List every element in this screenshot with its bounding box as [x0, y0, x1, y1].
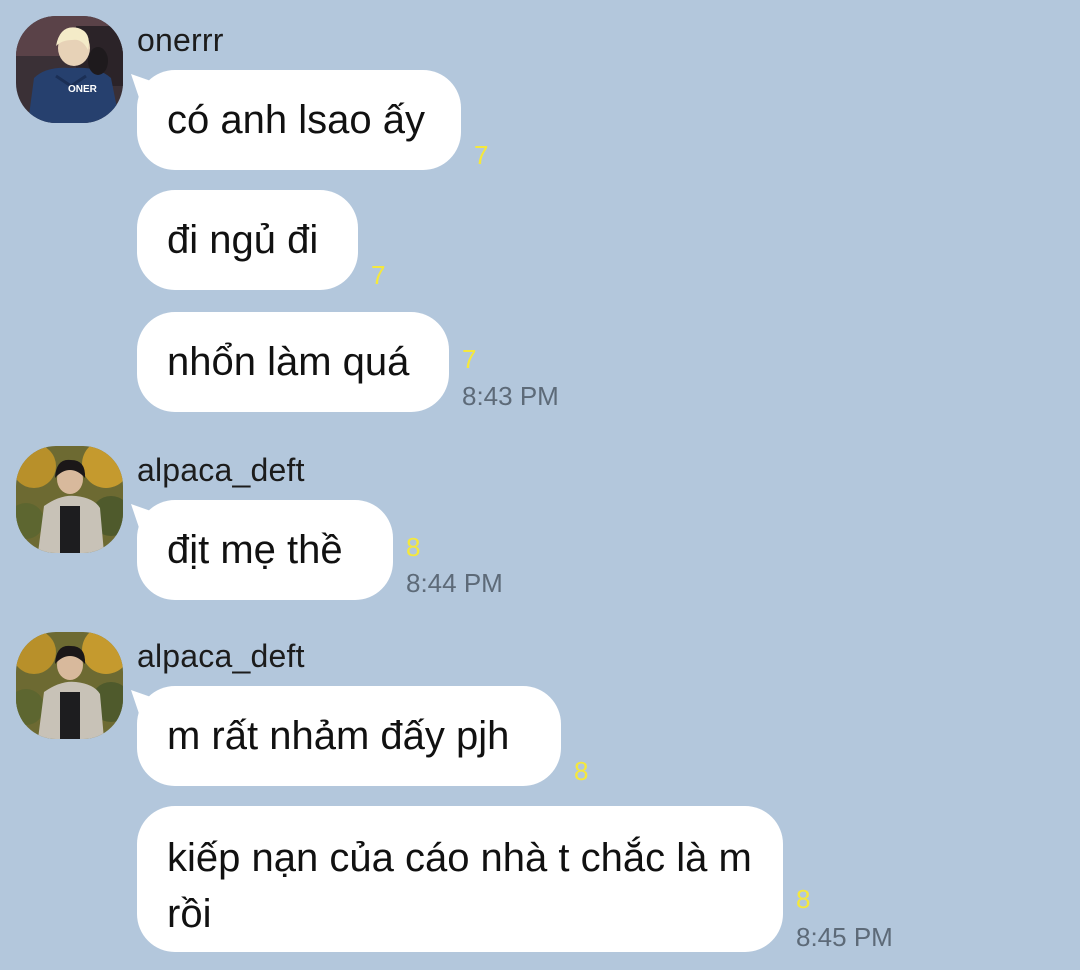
unread-count: 7 — [462, 344, 477, 374]
message-bubble[interactable]: địt mẹ thề — [137, 500, 393, 600]
sender-name: alpaca_deft — [137, 638, 305, 674]
sender-name: alpaca_deft — [137, 452, 305, 488]
message-time: 8:43 PM — [462, 381, 559, 411]
svg-text:ONER: ONER — [68, 84, 98, 95]
avatar[interactable]: ONER — [16, 16, 123, 123]
sender-name: onerrr — [137, 22, 224, 58]
unread-count: 7 — [371, 260, 386, 290]
message-time: 8:45 PM — [796, 922, 893, 952]
deft-avatar-image — [16, 632, 123, 739]
message-bubble[interactable]: kiếp nạn của cáo nhà t chắc là m rồi — [137, 806, 783, 952]
unread-count: 8 — [574, 756, 589, 786]
message-bubble[interactable]: nhổn làm quá — [137, 312, 449, 412]
unread-count: 7 — [474, 140, 489, 170]
avatar[interactable] — [16, 632, 123, 739]
oner-avatar-image: ONER — [16, 16, 123, 123]
message-bubble[interactable]: có anh lsao ấy — [137, 70, 461, 170]
deft-avatar-image — [16, 446, 123, 553]
avatar[interactable] — [16, 446, 123, 553]
unread-count: 8 — [406, 532, 421, 562]
message-bubble[interactable]: m rất nhảm đấy pjh — [137, 686, 561, 786]
message-time: 8:44 PM — [406, 568, 503, 598]
unread-count: 8 — [796, 884, 811, 914]
message-bubble[interactable]: đi ngủ đi — [137, 190, 358, 290]
